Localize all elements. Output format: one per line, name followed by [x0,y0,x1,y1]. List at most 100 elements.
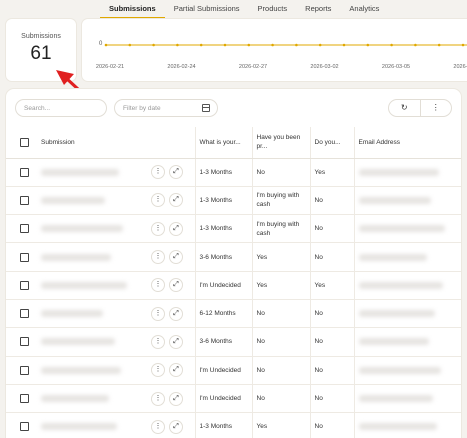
row-checkbox[interactable] [20,422,29,432]
do-cell: No [309,242,354,272]
row-menu-icon[interactable]: ⋮ [151,391,165,406]
refresh-button[interactable]: ↻ [389,100,420,116]
do-cell: No [309,356,354,385]
table-row[interactable]: ⋮ ⤢ 3-6 Months No No [6,327,461,357]
table-row[interactable]: ⋮ ⤢ 1-3 Months Yes No [6,412,461,438]
row-menu-icon[interactable]: ⋮ [151,165,165,180]
column-header-submission[interactable]: Submission [37,127,147,159]
table-row[interactable]: ⋮ ⤢ 1-3 Months No Yes [6,158,461,187]
row-actions-cell: ⋮ ⤢ [147,384,195,414]
redacted-submission [41,395,109,403]
row-select-cell [6,242,37,272]
column-header-what[interactable]: What is your... [194,127,252,159]
row-checkbox[interactable] [20,365,29,375]
row-menu-icon[interactable]: ⋮ [151,334,165,349]
date-filter-placeholder: Filter by date [123,105,161,112]
redacted-email [358,168,439,176]
row-checkbox[interactable] [20,224,29,234]
table-row[interactable]: ⋮ ⤢ 6-12 Months No No [6,299,461,329]
redacted-submission [41,168,119,176]
do-cell: No [309,412,354,438]
expand-icon[interactable]: ⤢ [169,306,183,321]
redacted-email [358,281,443,289]
what-cell: I'm Undecided [194,271,252,300]
row-checkbox[interactable] [20,280,29,290]
do-cell: Yes [309,158,354,187]
what-cell: 3-6 Months [194,242,252,272]
row-actions-cell: ⋮ ⤢ [147,412,195,438]
row-checkbox[interactable] [20,195,29,205]
table-row[interactable]: ⋮ ⤢ 3-6 Months Yes No [6,242,461,272]
table-row[interactable]: ⋮ ⤢ 1-3 Months I'm buying with cash No [6,214,461,244]
expand-icon[interactable]: ⤢ [169,221,183,236]
have-cell: No [251,299,310,329]
row-checkbox[interactable] [20,252,29,262]
row-actions-cell: ⋮ ⤢ [147,214,195,244]
row-menu-icon[interactable]: ⋮ [151,250,165,265]
date-filter-input[interactable]: Filter by date [114,99,218,117]
row-menu-icon[interactable]: ⋮ [151,363,165,378]
column-header-do[interactable]: Do you... [309,127,354,159]
redacted-submission [41,423,117,431]
row-select-cell [6,384,37,414]
table-header-row: Submission What is your... Have you been… [6,127,461,159]
expand-icon[interactable]: ⤢ [169,165,183,180]
redacted-submission [41,366,121,374]
table-row[interactable]: ⋮ ⤢ I'm Undecided No No [6,356,461,385]
expand-icon[interactable]: ⤢ [169,334,183,349]
what-cell: 1-3 Months [194,186,252,216]
calendar-icon[interactable] [202,104,210,112]
row-menu-icon[interactable]: ⋮ [151,306,165,321]
column-header-email[interactable]: Email Address [353,127,461,159]
have-cell: Yes [251,271,310,300]
submission-cell [37,299,147,329]
row-select-cell [6,214,37,244]
email-cell [353,384,461,414]
row-menu-icon[interactable]: ⋮ [151,193,165,208]
have-cell: No [251,384,310,414]
expand-icon[interactable]: ⤢ [169,193,183,208]
row-select-cell [6,158,37,187]
search-input[interactable]: Search... [15,99,107,117]
row-checkbox[interactable] [20,309,29,319]
expand-icon[interactable]: ⤢ [169,250,183,265]
more-options-button[interactable]: ⋮ [419,100,452,116]
row-menu-icon[interactable]: ⋮ [151,221,165,236]
row-select-cell [6,327,37,357]
email-cell [353,412,461,438]
have-cell: I'm buying with cash [251,214,310,244]
row-actions-cell: ⋮ ⤢ [147,186,195,216]
redacted-submission [41,253,111,261]
select-all-checkbox[interactable] [20,137,29,147]
expand-icon[interactable]: ⤢ [169,363,183,378]
email-cell [353,186,461,216]
expand-icon[interactable]: ⤢ [169,391,183,406]
row-checkbox[interactable] [20,167,29,177]
row-actions-cell: ⋮ ⤢ [147,271,195,300]
redacted-submission [41,196,105,204]
expand-icon[interactable]: ⤢ [169,278,183,293]
what-cell: 6-12 Months [194,299,252,329]
table-row[interactable]: ⋮ ⤢ 1-3 Months I'm buying with cash No [6,186,461,216]
submission-cell [37,384,147,414]
email-cell [353,214,461,244]
row-actions-cell: ⋮ ⤢ [147,299,195,329]
row-select-cell [6,271,37,300]
row-checkbox[interactable] [20,337,29,347]
row-checkbox[interactable] [20,394,29,404]
table-row[interactable]: ⋮ ⤢ I'm Undecided No No [6,384,461,414]
row-actions-cell: ⋮ ⤢ [147,356,195,385]
what-cell: I'm Undecided [194,356,252,385]
row-actions-cell: ⋮ ⤢ [147,327,195,357]
expand-icon[interactable]: ⤢ [169,419,183,434]
table-row[interactable]: ⋮ ⤢ I'm Undecided Yes Yes [6,271,461,300]
redacted-email [358,423,437,431]
row-menu-icon[interactable]: ⋮ [151,419,165,434]
redacted-email [358,253,427,261]
email-cell [353,271,461,300]
email-cell [353,158,461,187]
column-header-have[interactable]: Have you been pr... [251,127,310,159]
row-menu-icon[interactable]: ⋮ [151,278,165,293]
what-cell: 1-3 Months [194,158,252,187]
submission-cell [37,242,147,272]
